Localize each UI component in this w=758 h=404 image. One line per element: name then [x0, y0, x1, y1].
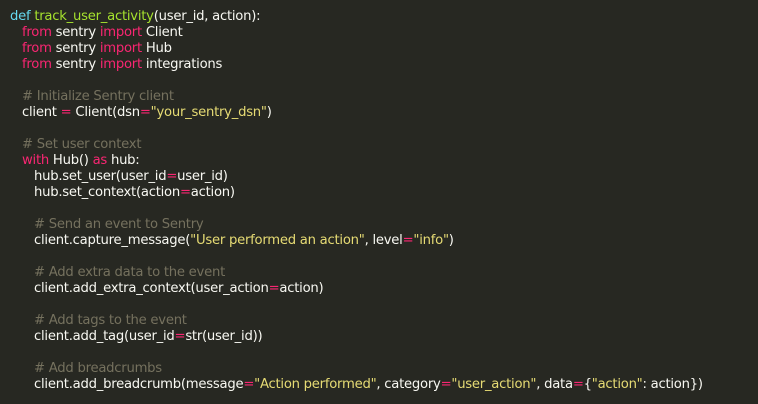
code-token: client.add_breadcrumb(message — [34, 377, 244, 392]
code-comment: # Add tags to the event — [34, 313, 187, 328]
code-token: = — [174, 329, 186, 344]
code-token: client.capture_message( — [34, 233, 191, 248]
code-line: client = Client(dsn="your_sentry_dsn") — [10, 105, 758, 121]
code-token: sentry — [51, 41, 100, 56]
code-string: "your_sentry_dsn" — [150, 105, 267, 120]
code-token: sentry — [51, 25, 100, 40]
code-token: hub.set_user(user_id — [34, 169, 167, 184]
code-token: action) — [190, 185, 235, 200]
code-keyword: from — [22, 41, 52, 56]
code-line: client.add_tag(user_id=str(user_id)) — [10, 329, 758, 345]
code-editor[interactable]: def track_user_activity(user_id, action)… — [0, 0, 758, 404]
code-token: = — [402, 233, 414, 248]
code-keyword: from — [22, 57, 52, 72]
code-token: = — [243, 377, 255, 392]
code-token: Client(dsn — [71, 105, 140, 120]
code-token: Client — [141, 25, 183, 40]
code-line: def track_user_activity(user_id, action)… — [10, 9, 758, 25]
code-token: hub: — [107, 153, 140, 168]
code-token: = — [572, 377, 584, 392]
code-token: client.add_tag(user_id — [34, 329, 175, 344]
code-token: str(user_id)) — [185, 329, 263, 344]
code-token: { — [583, 377, 592, 392]
code-comment: # Send an event to Sentry — [34, 217, 204, 232]
code-string: "action" — [591, 377, 643, 392]
code-token: ) — [266, 105, 272, 120]
code-string: "user_action" — [451, 377, 537, 392]
code-line: # Add breadcrumbs — [10, 361, 758, 377]
code-token: = — [440, 377, 452, 392]
code-line: # Send an event to Sentry — [10, 217, 758, 233]
code-token: sentry — [51, 57, 100, 72]
code-line: client.capture_message("User performed a… — [10, 233, 758, 249]
code-keyword: import — [99, 57, 142, 72]
code-token: client — [22, 105, 61, 120]
code-line: with Hub() as hub: — [10, 153, 758, 169]
code-comment: # Add extra data to the event — [34, 265, 225, 280]
code-token: = — [139, 105, 151, 120]
code-token: ) — [448, 233, 454, 248]
code-token: integrations — [141, 57, 223, 72]
code-token: , data — [536, 377, 573, 392]
code-token: , level — [364, 233, 403, 248]
code-comment: # Set user context — [22, 137, 142, 152]
code-keyword: import — [99, 25, 142, 40]
code-line: client.add_extra_context(user_action=act… — [10, 281, 758, 297]
code-line: hub.set_context(action=action) — [10, 185, 758, 201]
code-string: "Action performed" — [254, 377, 377, 392]
code-token: : action}) — [642, 377, 704, 392]
code-keyword: as — [92, 153, 108, 168]
code-line: # Initialize Sentry client — [10, 89, 758, 105]
code-keyword: from — [22, 25, 52, 40]
code-token: (user_id, action): — [153, 9, 261, 24]
code-token: user_id) — [177, 169, 228, 184]
code-comment: # Add breadcrumbs — [34, 361, 162, 376]
code-line: # Set user context — [10, 137, 758, 153]
code-token: hub.set_context(action — [34, 185, 180, 200]
code-token: Hub() — [48, 153, 93, 168]
code-token: = — [268, 281, 280, 296]
code-line: from sentry import Client — [10, 25, 758, 41]
code-keyword: import — [99, 41, 142, 56]
code-token: = — [60, 105, 72, 120]
code-keyword: def — [10, 9, 31, 24]
code-line: from sentry import Hub — [10, 41, 758, 57]
code-line: # Add tags to the event — [10, 313, 758, 329]
code-line: client.add_breadcrumb(message="Action pe… — [10, 377, 758, 393]
code-line: hub.set_user(user_id=user_id) — [10, 169, 758, 185]
code-token: , category — [376, 377, 441, 392]
code-line: # Add extra data to the event — [10, 265, 758, 281]
code-token: client.add_extra_context(user_action — [34, 281, 269, 296]
code-token: = — [179, 185, 191, 200]
code-token: Hub — [141, 41, 172, 56]
code-string: "info" — [413, 233, 449, 248]
code-string: "User performed an action" — [190, 233, 365, 248]
code-line: from sentry import integrations — [10, 57, 758, 73]
code-function-name: track_user_activity — [34, 9, 154, 24]
code-token: action) — [279, 281, 324, 296]
code-keyword: with — [22, 153, 49, 168]
code-token: = — [166, 169, 178, 184]
code-comment: # Initialize Sentry client — [22, 89, 174, 104]
